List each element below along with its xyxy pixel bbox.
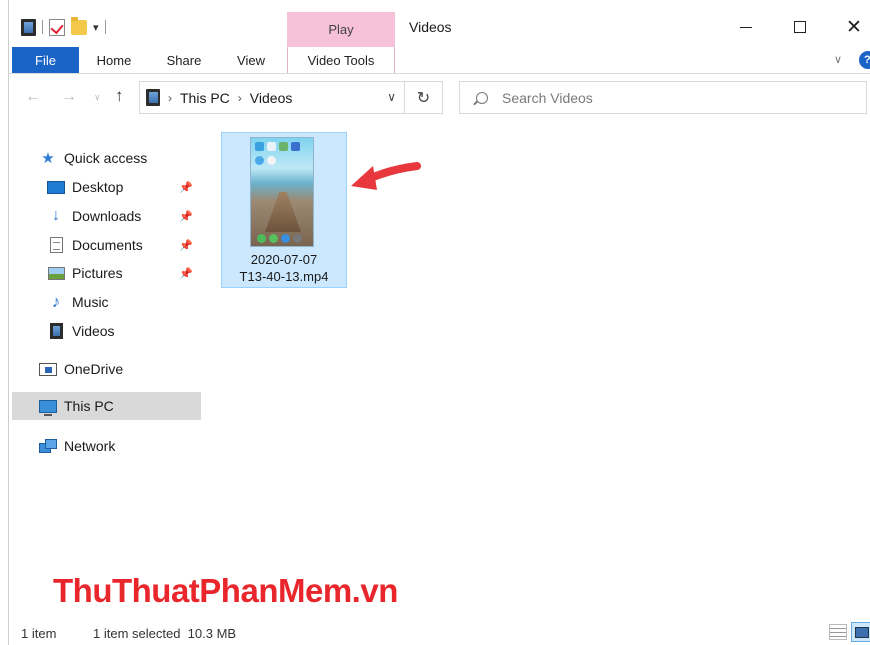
nav-label: Downloads [72, 208, 142, 224]
title-bar: ▾ Play Videos ✕ [9, 0, 870, 47]
ribbon-tabs: File Home Share View Video Tools ∨ ? [9, 47, 870, 74]
watermark-part-2: PhanMem [199, 572, 352, 609]
onedrive-icon [39, 360, 57, 378]
this-pc-icon [39, 397, 57, 416]
maximize-icon [794, 21, 806, 33]
chevron-right-icon[interactable]: › [168, 91, 172, 105]
pin-icon[interactable]: 📌 [179, 210, 193, 223]
search-box[interactable] [459, 81, 867, 114]
window-title: Videos [409, 19, 452, 35]
customize-toolbar-icon[interactable]: ▾ [93, 21, 99, 34]
nav-downloads[interactable]: ↓ Downloads 📌 [47, 202, 199, 230]
nav-desktop[interactable]: Desktop 📌 [47, 173, 199, 201]
videos-icon [47, 322, 65, 340]
site-watermark: ThuThuatPhanMem.vn [53, 572, 398, 610]
nav-documents[interactable]: Documents 📌 [47, 231, 199, 259]
refresh-icon: ↻ [416, 89, 431, 107]
tab-view[interactable]: View [229, 47, 273, 73]
file-name: 2020-07-07 T13-40-13.mp4 [222, 251, 346, 285]
address-bar[interactable]: › This PC › Videos ∨ [139, 81, 405, 114]
file-name-line-2: T13-40-13.mp4 [239, 269, 329, 284]
pin-icon[interactable]: 📌 [179, 181, 193, 194]
nav-label: Network [64, 438, 116, 454]
up-arrow-icon[interactable]: ↑ [115, 86, 124, 106]
file-name-line-1: 2020-07-07 [250, 252, 318, 267]
nav-label: Videos [72, 323, 115, 339]
nav-label: Quick access [64, 150, 148, 166]
nav-this-pc[interactable]: This PC [12, 392, 201, 420]
star-icon: ★ [41, 150, 55, 167]
videos-location-icon [146, 89, 160, 106]
item-count: 1 item [21, 626, 57, 641]
breadcrumb-videos[interactable]: Videos [250, 90, 293, 106]
tab-home[interactable]: Home [87, 47, 141, 73]
close-icon: ✕ [846, 16, 862, 38]
network-icon [39, 437, 57, 455]
tab-video-tools[interactable]: Video Tools [287, 47, 395, 73]
desktop-icon [47, 178, 65, 196]
nav-label: Documents [72, 237, 143, 253]
contextual-tab-play[interactable]: Play [287, 12, 395, 47]
annotation-arrow-icon [351, 162, 421, 190]
video-thumbnail [250, 137, 314, 247]
back-arrow-icon[interactable]: ← [25, 88, 41, 106]
pictures-icon [47, 264, 65, 282]
documents-icon [47, 236, 65, 254]
navigation-pane: ★ Quick access Desktop 📌 ↓ Downloads 📌 D… [9, 130, 201, 610]
forward-arrow-icon[interactable]: → [61, 88, 77, 106]
tab-file[interactable]: File [12, 47, 79, 73]
search-icon [476, 91, 488, 104]
nav-videos[interactable]: Videos [47, 317, 199, 345]
large-icons-view-icon[interactable] [851, 622, 870, 642]
watermark-part-3: .vn [351, 572, 399, 609]
nav-network[interactable]: Network [39, 432, 199, 460]
nav-label: Desktop [72, 179, 124, 195]
watermark-part-1: ThuThuat [53, 572, 200, 609]
pin-icon[interactable]: 📌 [179, 267, 193, 280]
toolbar-divider [42, 20, 43, 34]
close-button[interactable]: ✕ [831, 12, 870, 42]
help-icon[interactable]: ? [859, 51, 870, 69]
new-folder-icon[interactable] [71, 16, 87, 35]
nav-label: Pictures [72, 265, 123, 281]
nav-label: This PC [64, 398, 114, 414]
details-view-icon[interactable] [829, 624, 847, 640]
address-dropdown-icon[interactable]: ∨ [387, 90, 396, 104]
toolbar-divider [104, 20, 106, 34]
breadcrumb-this-pc[interactable]: This PC [180, 90, 230, 106]
file-item[interactable]: 2020-07-07 T13-40-13.mp4 [221, 132, 347, 288]
expand-ribbon-icon[interactable]: ∨ [834, 53, 842, 66]
chevron-right-icon[interactable]: › [238, 91, 242, 105]
music-icon: ♪ [51, 292, 61, 311]
recent-locations-icon[interactable]: ∨ [94, 92, 101, 103]
file-explorer-window: ▾ Play Videos ✕ File Home Share View Vid… [8, 0, 870, 645]
download-icon: ↓ [52, 207, 60, 224]
refresh-button[interactable]: ↻ [405, 81, 443, 114]
nav-music[interactable]: ♪ Music [47, 288, 199, 316]
file-list: 2020-07-07 T13-40-13.mp4 [209, 124, 870, 614]
videos-folder-icon [21, 18, 36, 36]
nav-label: OneDrive [64, 361, 124, 377]
nav-pictures[interactable]: Pictures 📌 [47, 259, 199, 287]
nav-label: Music [72, 294, 109, 310]
minimize-icon [740, 26, 752, 28]
tab-share[interactable]: Share [157, 47, 211, 73]
selection-info: 1 item selected 10.3 MB [93, 626, 237, 641]
address-row: ← → ∨ ↑ › This PC › Videos ∨ ↻ [9, 74, 870, 120]
nav-quick-access[interactable]: ★ Quick access [39, 144, 199, 172]
search-input[interactable] [502, 89, 842, 106]
nav-onedrive[interactable]: OneDrive [39, 355, 199, 383]
pin-icon[interactable]: 📌 [179, 239, 193, 252]
minimize-button[interactable] [723, 12, 769, 42]
quick-access-toolbar: ▾ [21, 16, 106, 38]
maximize-button[interactable] [777, 12, 823, 42]
status-bar: 1 item 1 item selected 10.3 MB [9, 620, 870, 645]
properties-icon[interactable] [49, 18, 65, 36]
